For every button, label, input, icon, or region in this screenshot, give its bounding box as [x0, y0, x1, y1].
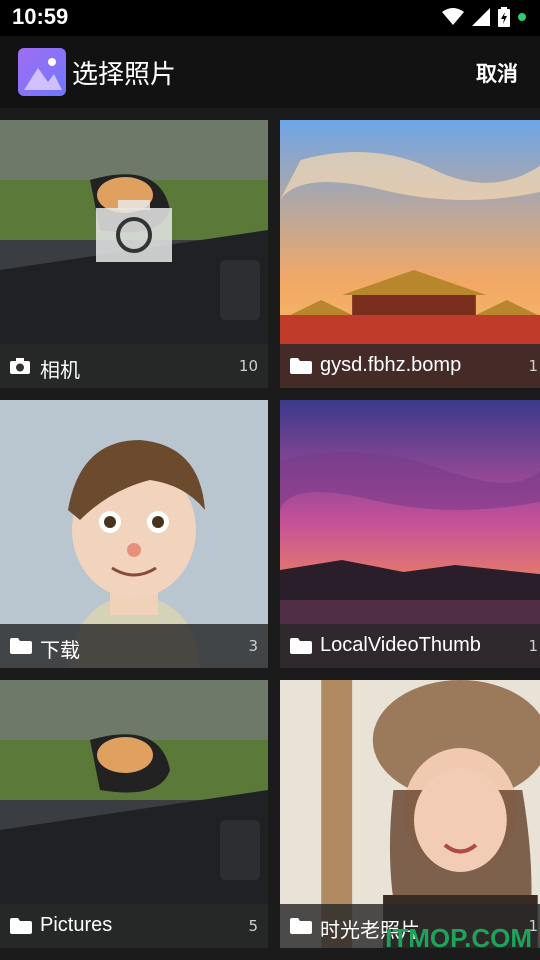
album-count: 1: [528, 637, 538, 655]
album-count: 5: [248, 917, 258, 935]
album-label-bar: gysd.fbhz.bomp 1: [280, 344, 540, 388]
cancel-button[interactable]: 取消: [476, 58, 518, 88]
folder-icon: [10, 638, 32, 654]
folder-icon: [290, 918, 312, 934]
album-name: LocalVideoThumb: [320, 634, 481, 656]
header-bar: 选择照片 取消: [0, 36, 540, 108]
watermark: ITMOP.COM: [385, 923, 532, 953]
camera-overlay-icon: [96, 200, 172, 262]
album-name: 下载: [40, 640, 80, 662]
signal-icon: [472, 8, 490, 26]
album-count: 1: [528, 357, 538, 375]
album-tile-camera[interactable]: 相机 10: [0, 120, 268, 388]
folder-icon: [290, 638, 312, 654]
album-name: gysd.fbhz.bomp: [320, 354, 462, 376]
album-tile-gysd[interactable]: gysd.fbhz.bomp 1: [280, 120, 540, 388]
status-icons: [442, 7, 526, 27]
page-title: 选择照片: [72, 60, 177, 90]
album-label-bar: 相机 10: [0, 344, 268, 388]
folder-icon: [10, 918, 32, 934]
album-tile-download[interactable]: 下载 3: [0, 400, 268, 668]
gallery-app-icon: [18, 48, 66, 96]
camera-icon: [10, 358, 30, 374]
album-tile-old-photos[interactable]: 时光老照片 1: [280, 680, 540, 948]
album-tile-pictures[interactable]: Pictures 5: [0, 680, 268, 948]
album-name: 相机: [40, 360, 80, 382]
album-count: 3: [248, 637, 258, 655]
notification-dot-icon: [518, 13, 526, 21]
album-label-bar: LocalVideoThumb 1: [280, 624, 540, 668]
folder-icon: [290, 358, 312, 374]
wifi-icon: [442, 8, 464, 25]
album-label-bar: 下载 3: [0, 624, 268, 668]
battery-icon: [498, 7, 510, 27]
status-bar: 10:59: [0, 0, 540, 36]
album-count: 10: [238, 357, 258, 375]
status-time: 10:59: [12, 4, 69, 29]
album-label-bar: Pictures 5: [0, 904, 268, 948]
album-name: Pictures: [40, 914, 113, 936]
album-tile-localvideothumb[interactable]: LocalVideoThumb 1: [280, 400, 540, 668]
